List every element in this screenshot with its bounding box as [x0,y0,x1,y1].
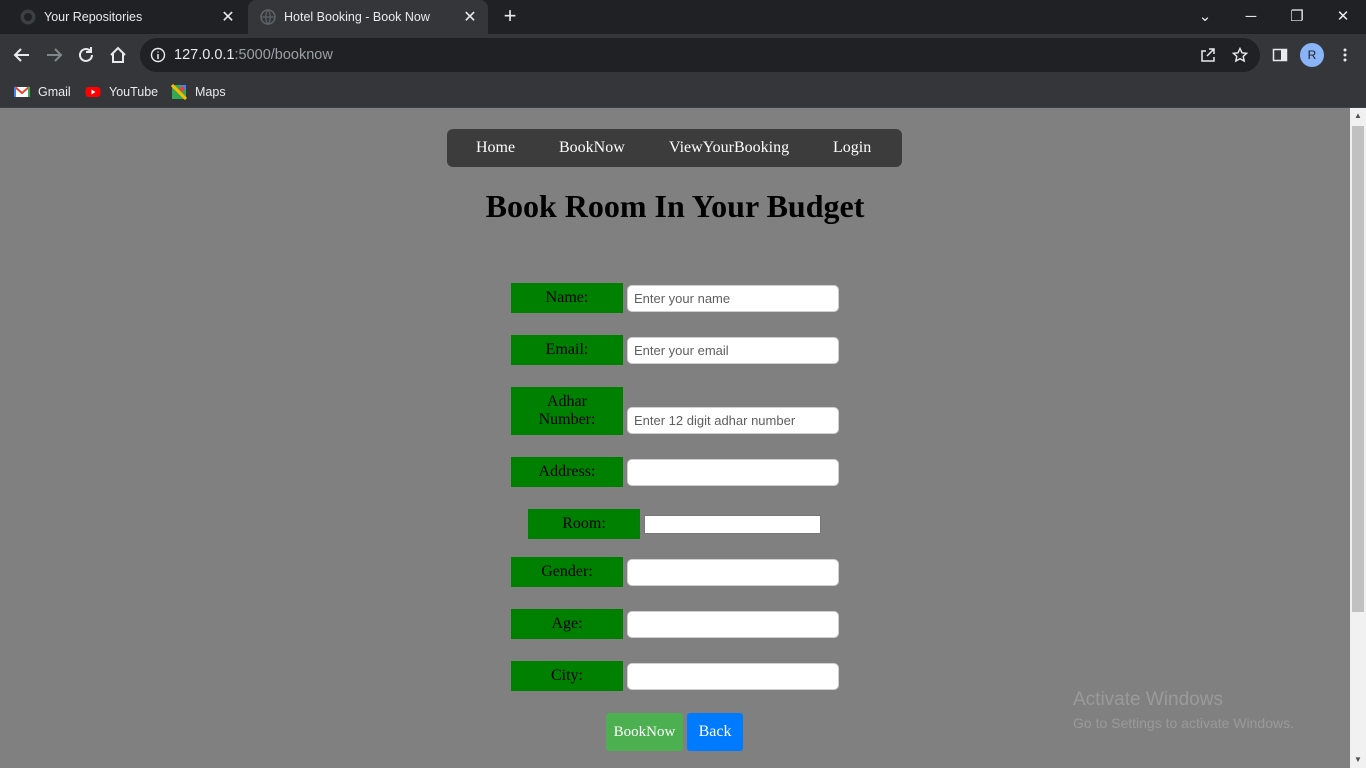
scroll-up-arrow-icon[interactable]: ▲ [1350,108,1366,124]
minimize-icon[interactable]: ─ [1228,0,1274,32]
activate-windows-subtitle: Go to Settings to activate Windows. [1073,715,1294,731]
nav-booknow-link[interactable]: BookNow [559,139,625,157]
nav-home-link[interactable]: Home [476,139,515,157]
city-label: City: [511,661,623,691]
bookmark-gmail[interactable]: Gmail [14,82,71,102]
address-bar[interactable]: 127.0.0.1:5000/booknow [140,38,1260,72]
tab-title: Your Repositories [44,10,143,24]
email-placeholder: Enter your email [634,343,729,358]
tab-hotel-booking[interactable]: Hotel Booking - Book Now ✕ [248,0,488,34]
bookmarks-bar: Gmail YouTube Maps [0,76,1366,108]
name-input[interactable]: Enter your name [627,285,839,312]
age-label: Age: [511,609,623,639]
youtube-icon [85,87,101,97]
nav-viewbooking-link[interactable]: ViewYourBooking [669,139,789,157]
browser-toolbar: 127.0.0.1:5000/booknow [0,34,1366,76]
bookmark-maps[interactable]: Maps [171,82,226,102]
adhar-input[interactable]: Enter 12 digit adhar number [627,407,839,434]
adhar-placeholder: Enter 12 digit adhar number [634,413,796,428]
window-close-icon[interactable]: ✕ [1320,0,1366,32]
site-navbar: Home BookNow ViewYourBooking Login [447,129,902,167]
forward-arrow-icon[interactable] [42,43,66,67]
profile-avatar[interactable]: R [1300,43,1324,67]
share-icon[interactable] [1196,43,1220,67]
tab-search-icon[interactable]: ⌄ [1182,0,1228,32]
page-content: Home BookNow ViewYourBooking Login Book … [0,108,1350,768]
nav-login-link[interactable]: Login [833,139,871,157]
email-label: Email: [511,335,623,365]
bookmark-label: Maps [195,85,226,99]
room-input[interactable] [644,515,821,534]
scroll-down-arrow-icon[interactable]: ▼ [1350,752,1366,768]
room-label: Room: [528,509,640,539]
activate-windows-title: Activate Windows [1073,689,1223,710]
name-placeholder: Enter your name [634,291,731,306]
close-icon[interactable]: ✕ [460,7,480,27]
tab-title: Hotel Booking - Book Now [284,10,430,24]
scroll-thumb[interactable] [1352,126,1364,612]
close-icon[interactable]: ✕ [218,7,238,27]
city-input[interactable] [627,663,839,690]
side-panel-icon[interactable] [1268,43,1292,67]
github-icon [20,9,36,25]
reload-icon[interactable] [74,43,98,67]
booknow-submit-button[interactable]: BookNow [606,713,683,751]
address-label: Address: [511,457,623,487]
bookmark-youtube[interactable]: YouTube [85,82,158,102]
bookmark-label: YouTube [109,85,159,99]
gender-input[interactable] [627,559,839,586]
tab-strip: Your Repositories ✕ Hotel Booking - Book… [0,0,1366,34]
maps-icon [171,84,187,100]
page-title: Book Room In Your Budget [485,188,865,224]
age-input[interactable] [627,611,839,638]
restore-icon[interactable]: ❐ [1274,0,1320,32]
url-host: 127.0.0.1 [174,47,235,63]
email-input[interactable]: Enter your email [627,337,839,364]
new-tab-button[interactable]: + [498,5,522,29]
adhar-label: Adhar Number: [511,387,623,435]
bookmark-label: Gmail [38,85,71,99]
back-arrow-icon[interactable] [10,43,34,67]
gmail-icon [14,86,30,97]
info-icon[interactable] [150,47,166,63]
home-icon[interactable] [106,43,130,67]
tab-your-repositories[interactable]: Your Repositories ✕ [8,0,246,34]
url-path: :5000/booknow [234,47,333,63]
bookmark-star-icon[interactable] [1228,43,1252,67]
page-scrollbar[interactable]: ▲ ▼ [1350,108,1366,768]
address-input[interactable] [627,459,839,486]
menu-kebab-icon[interactable] [1333,43,1357,67]
gender-label: Gender: [511,557,623,587]
globe-icon [260,9,276,25]
back-button[interactable]: Back [687,713,743,751]
name-label: Name: [511,283,623,313]
